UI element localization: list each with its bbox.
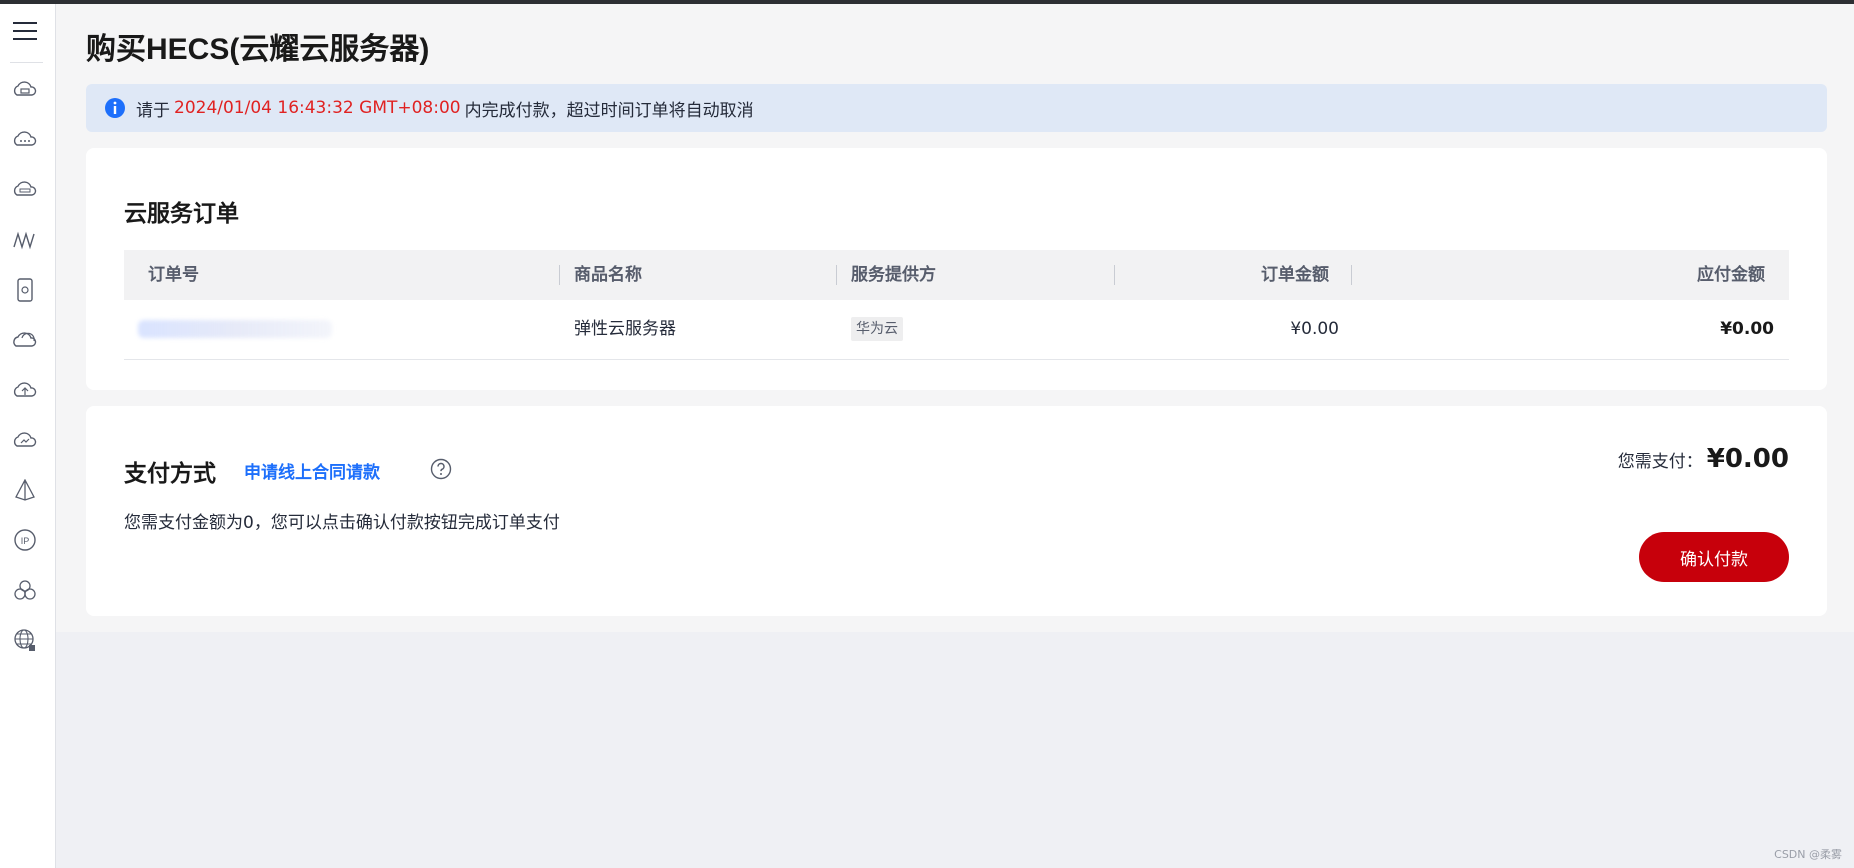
column-order-id: 订单号	[148, 265, 199, 285]
column-divider	[1351, 265, 1352, 285]
amount-label: 您需支付：	[1617, 452, 1703, 472]
watermark: CSDN @柔雾	[1774, 848, 1842, 861]
column-product: 商品名称	[574, 265, 642, 285]
confirm-payment-button[interactable]: 确认付款	[1639, 532, 1789, 582]
amount-value: ¥0.00	[1706, 444, 1789, 474]
contract-request-link[interactable]: 申请线上合同请款	[244, 458, 380, 483]
deadline-notice: 请于 2024/01/04 16:43:32 GMT+08:00 内完成付款，超…	[86, 84, 1827, 132]
column-payable: 应付金额	[1697, 265, 1765, 285]
row-amount: ¥0.00	[1290, 319, 1339, 339]
column-divider	[1114, 265, 1115, 285]
vpc-icon[interactable]	[11, 176, 39, 204]
payment-title: 支付方式	[124, 461, 216, 487]
page-title: 购买HECS(云耀云服务器)	[86, 33, 430, 66]
order-table: 订单号 商品名称 服务提供方 订单金额 应付金额 弹性云服务器 华为云 ¥0.0…	[124, 250, 1789, 360]
ecs-icon[interactable]	[11, 76, 39, 104]
order-card-title: 云服务订单	[124, 201, 239, 227]
row-payable: ¥0.00	[1720, 319, 1774, 339]
amount-summary: 您需支付： ¥0.00	[1618, 444, 1789, 474]
ip-icon[interactable]: IP	[11, 526, 39, 554]
sidebar: IP	[0, 4, 56, 868]
cluster-icon[interactable]	[11, 576, 39, 604]
cloud-storage-icon[interactable]	[11, 326, 39, 354]
column-amount: 订单金额	[1261, 265, 1329, 285]
column-divider	[559, 265, 560, 285]
provider-tag: 华为云	[851, 317, 903, 341]
cloud-upload-icon[interactable]	[11, 376, 39, 404]
order-id-redacted	[138, 320, 332, 338]
phone-icon[interactable]	[11, 276, 39, 304]
row-product: 弹性云服务器	[574, 319, 676, 339]
mountain-icon[interactable]	[11, 226, 39, 254]
pyramid-icon[interactable]	[11, 476, 39, 504]
svg-text:IP: IP	[21, 536, 30, 546]
notice-deadline: 2024/01/04 16:43:32 GMT+08:00	[174, 98, 461, 118]
payment-card: 支付方式 申请线上合同请款 您需支付金额为0，您可以点击确认付款按钮完成订单支付…	[86, 406, 1827, 616]
column-divider	[836, 265, 837, 285]
menu-icon[interactable]	[13, 20, 37, 42]
table-row: 弹性云服务器 华为云 ¥0.00 ¥0.00	[124, 300, 1789, 360]
notice-prefix: 请于	[136, 100, 170, 121]
help-icon[interactable]	[430, 458, 452, 480]
order-table-header: 订单号 商品名称 服务提供方 订单金额 应付金额	[124, 250, 1789, 300]
cloud-sync-icon[interactable]	[11, 426, 39, 454]
info-icon	[105, 98, 125, 118]
main-content: 购买HECS(云耀云服务器) 请于 2024/01/04 16:43:32 GM…	[56, 4, 1854, 868]
order-card: 云服务订单 订单号 商品名称 服务提供方 订单金额 应付金额 弹性云服务器 华为…	[86, 148, 1827, 390]
payment-description: 您需支付金额为0，您可以点击确认付款按钮完成订单支付	[124, 513, 560, 533]
cloud-icon[interactable]	[11, 126, 39, 154]
globe-icon[interactable]	[11, 626, 39, 654]
notice-suffix: 内完成付款，超过时间订单将自动取消	[464, 100, 754, 121]
column-provider: 服务提供方	[851, 265, 936, 285]
sidebar-divider	[10, 62, 43, 63]
